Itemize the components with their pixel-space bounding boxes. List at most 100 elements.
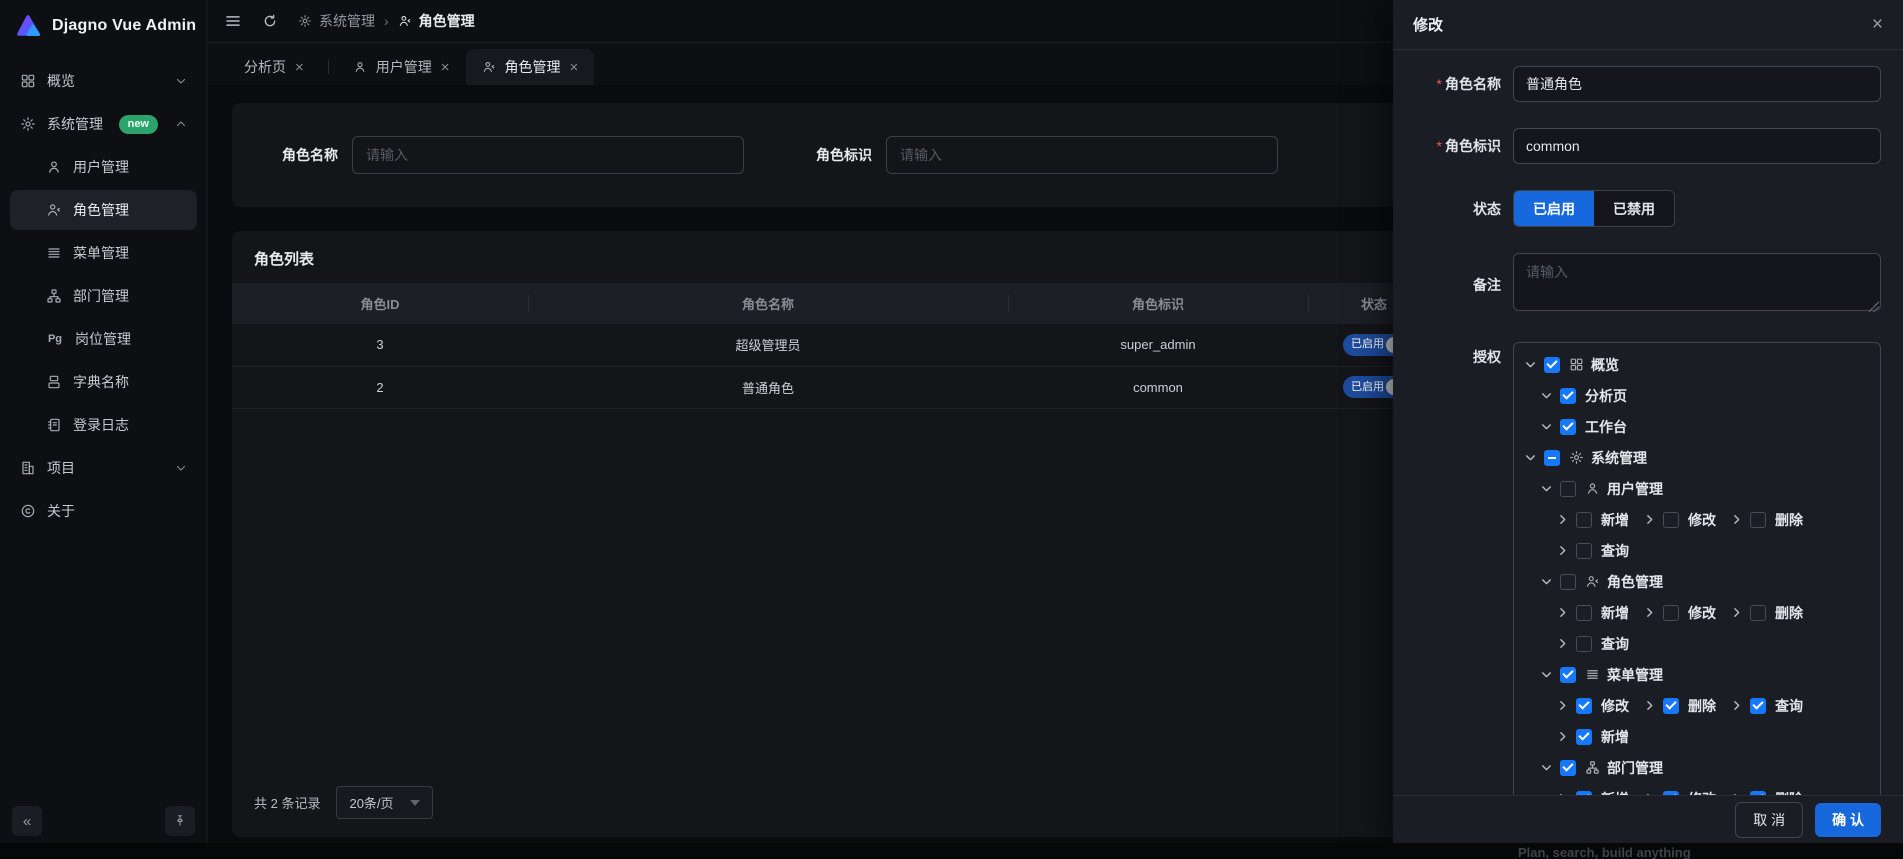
confirm-button[interactable]: 确 认 (1815, 803, 1881, 837)
tree-checkbox[interactable] (1750, 698, 1766, 714)
tree-node-label[interactable]: 分析页 (1585, 386, 1627, 406)
close-icon[interactable]: × (441, 60, 450, 75)
tree-expander-icon[interactable] (1556, 730, 1576, 743)
tree-checkbox[interactable] (1663, 791, 1679, 796)
page-size-select[interactable]: 20条/页 (336, 786, 432, 819)
status-option-disabled[interactable]: 已禁用 (1594, 191, 1674, 226)
tree-checkbox[interactable] (1663, 512, 1679, 528)
tree-checkbox[interactable] (1576, 512, 1592, 528)
tree-node-label[interactable]: 删除 (1775, 603, 1803, 623)
close-icon[interactable]: × (570, 60, 579, 75)
tree-expander-icon[interactable] (1556, 606, 1576, 619)
tree-checkbox[interactable] (1576, 605, 1592, 621)
tree-checkbox[interactable] (1560, 419, 1576, 435)
tree-checkbox[interactable] (1544, 357, 1560, 373)
tree-expander-icon[interactable] (1556, 544, 1576, 557)
tree-checkbox[interactable] (1560, 388, 1576, 404)
tree-expander-icon[interactable] (1730, 606, 1750, 619)
sidebar-item-users[interactable]: 用户管理 (10, 147, 197, 187)
role-name-input[interactable] (1513, 66, 1881, 102)
sidebar-item-overview[interactable]: 概览 (10, 61, 197, 101)
tree-checkbox[interactable] (1750, 605, 1766, 621)
tree-expander-icon[interactable] (1643, 513, 1663, 526)
tree-node-label[interactable]: 修改 (1688, 603, 1716, 623)
tree-checkbox[interactable] (1576, 543, 1592, 559)
tree-node-label[interactable]: 删除 (1775, 510, 1803, 530)
tree-node-label[interactable]: 新增 (1601, 789, 1629, 796)
collapse-sidebar-button[interactable]: « (12, 806, 42, 836)
tree-expander-icon[interactable] (1540, 482, 1560, 495)
tree-node-label[interactable]: 查询 (1601, 634, 1629, 654)
tree-checkbox[interactable] (1576, 791, 1592, 796)
breadcrumb-item-roles[interactable]: 角色管理 (398, 11, 475, 31)
sidebar-item-about[interactable]: 关于 (10, 491, 197, 531)
tree-node-label[interactable]: 查询 (1601, 541, 1629, 561)
refresh-icon[interactable] (262, 13, 278, 29)
breadcrumb-item-system[interactable]: 系统管理 (298, 11, 375, 31)
tree-node-label[interactable]: 用户管理 (1607, 479, 1663, 499)
tree-node-label[interactable]: 删除 (1775, 789, 1803, 796)
tree-node-label[interactable]: 角色管理 (1607, 572, 1663, 592)
tree-node-label[interactable]: 修改 (1688, 789, 1716, 796)
tree-checkbox[interactable] (1560, 760, 1576, 776)
tree-checkbox[interactable] (1750, 791, 1766, 796)
tree-node-label[interactable]: 系统管理 (1591, 448, 1647, 468)
remark-textarea[interactable] (1513, 253, 1881, 311)
tree-expander-icon[interactable] (1540, 420, 1560, 433)
tree-expander-icon[interactable] (1540, 668, 1560, 681)
hamburger-icon[interactable] (224, 12, 242, 30)
tree-expander-icon[interactable] (1730, 699, 1750, 712)
tree-expander-icon[interactable] (1556, 792, 1576, 795)
tree-checkbox[interactable] (1663, 605, 1679, 621)
tree-expander-icon[interactable] (1540, 761, 1560, 774)
role-code-input[interactable] (1513, 128, 1881, 164)
tree-checkbox[interactable] (1576, 729, 1592, 745)
sidebar-item-roles[interactable]: 角色管理 (10, 190, 197, 230)
tree-expander-icon[interactable] (1556, 699, 1576, 712)
tree-expander-icon[interactable] (1730, 792, 1750, 795)
tree-node-label[interactable]: 删除 (1688, 696, 1716, 716)
tab-roles[interactable]: 角色管理 × (466, 49, 595, 85)
cancel-button[interactable]: 取 消 (1735, 802, 1803, 838)
tree-expander-icon[interactable] (1556, 637, 1576, 650)
tree-node-label[interactable]: 菜单管理 (1607, 665, 1663, 685)
close-icon[interactable]: × (1872, 15, 1883, 34)
tree-node-label[interactable]: 新增 (1601, 603, 1629, 623)
tree-checkbox[interactable] (1576, 698, 1592, 714)
tree-expander-icon[interactable] (1556, 513, 1576, 526)
tree-expander-icon[interactable] (1524, 451, 1544, 464)
tree-expander-icon[interactable] (1524, 358, 1544, 371)
resize-grip-icon[interactable] (1868, 301, 1879, 312)
close-icon[interactable]: × (295, 60, 304, 75)
tree-expander-icon[interactable] (1540, 389, 1560, 402)
role-name-search-input[interactable] (352, 136, 744, 174)
sidebar-item-login-logs[interactable]: 登录日志 (10, 405, 197, 445)
tree-checkbox[interactable] (1576, 636, 1592, 652)
tree-checkbox[interactable] (1560, 667, 1576, 683)
tree-checkbox[interactable] (1663, 698, 1679, 714)
tree-node-label[interactable]: 修改 (1601, 696, 1629, 716)
sidebar-item-posts[interactable]: Pg 岗位管理 (10, 319, 197, 359)
tab-users[interactable]: 用户管理 × (337, 49, 466, 85)
pin-sidebar-button[interactable] (165, 806, 195, 836)
tree-node-label[interactable]: 查询 (1775, 696, 1803, 716)
tree-checkbox[interactable] (1560, 574, 1576, 590)
sidebar-item-system[interactable]: 系统管理 new (10, 104, 197, 144)
tree-expander-icon[interactable] (1643, 792, 1663, 795)
sidebar-item-menus[interactable]: 菜单管理 (10, 233, 197, 273)
tree-checkbox[interactable] (1544, 450, 1560, 466)
tree-expander-icon[interactable] (1540, 575, 1560, 588)
role-code-search-input[interactable] (886, 136, 1278, 174)
status-option-enabled[interactable]: 已启用 (1514, 191, 1594, 226)
tree-node-label[interactable]: 工作台 (1585, 417, 1627, 437)
tree-node-label[interactable]: 部门管理 (1607, 758, 1663, 778)
tree-node-label[interactable]: 概览 (1591, 355, 1619, 375)
tab-analysis[interactable]: 分析页 × (228, 49, 320, 85)
tree-checkbox[interactable] (1750, 512, 1766, 528)
tree-expander-icon[interactable] (1643, 699, 1663, 712)
tree-node-label[interactable]: 修改 (1688, 510, 1716, 530)
sidebar-item-dicts[interactable]: 字典名称 (10, 362, 197, 402)
sidebar-item-departments[interactable]: 部门管理 (10, 276, 197, 316)
tree-expander-icon[interactable] (1643, 606, 1663, 619)
tree-expander-icon[interactable] (1730, 513, 1750, 526)
